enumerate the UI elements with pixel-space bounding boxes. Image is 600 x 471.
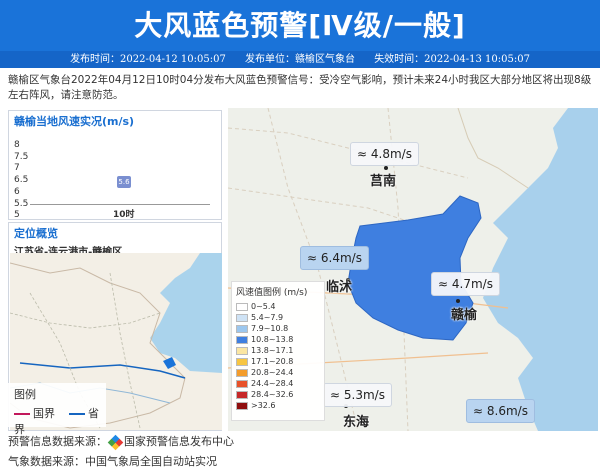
national-border-swatch — [14, 413, 30, 415]
station-windbox[interactable]: ≈ 8.6m/s — [466, 399, 535, 423]
wind-legend-item: 20.8~24.4 — [232, 367, 324, 378]
speed-x-axis-line — [30, 204, 210, 205]
speed-y-tick: 5 — [14, 210, 20, 221]
wind-legend-item: 13.8~17.1 — [232, 345, 324, 356]
publisher: 发布单位：赣榆区气象台 — [245, 54, 355, 65]
wind-legend-label: 7.9~10.8 — [251, 324, 289, 333]
warning-source-line: 预警信息数据来源： 国家预警信息发布中心 — [8, 433, 234, 450]
warning-source-name: 国家预警信息发布中心 — [124, 435, 234, 448]
publish-center-logo-icon — [107, 434, 124, 450]
wind-icon: ≈ — [330, 388, 341, 402]
wind-legend-swatch — [236, 324, 248, 333]
speed-y-tick: 6 — [14, 186, 20, 197]
station-windbox[interactable]: ≈ 4.7m/s — [431, 272, 500, 296]
city-label: 临沭 — [326, 280, 353, 295]
wind-legend-label: 0~5.4 — [251, 302, 276, 311]
wind-legend-label: 24.4~28.4 — [251, 379, 294, 388]
wind-legend-label: 13.8~17.1 — [251, 346, 294, 355]
warning-title: 大风蓝色预警[Ⅳ级/一般] — [134, 9, 466, 42]
wind-speed-title: 赣榆当地风速实况(m/s) — [14, 115, 135, 128]
wind-legend-item: 7.9~10.8 — [232, 323, 324, 334]
wind-icon: ≈ — [357, 147, 368, 161]
speed-value-label: 5.6 — [117, 176, 131, 188]
wind-legend-item: >32.6 — [232, 400, 324, 411]
wind-speed-legend: 风速值图例 (m/s) 0~5.4 5.4~7.9 7.9~10.8 10.8~13.… — [231, 281, 325, 421]
province-border-label: 省界 — [14, 407, 99, 436]
station-speed: 5.3m/s — [343, 388, 385, 402]
publish-time: 发布时间：2022-04-12 10:05:07 — [70, 54, 226, 65]
national-border-label: 国界 — [33, 407, 55, 420]
province-border-swatch — [69, 413, 85, 415]
warning-meta-bar: 发布时间：2022-04-12 10:05:07 发布单位：赣榆区气象台 失效时… — [0, 51, 600, 68]
wind-legend-swatch — [236, 313, 248, 322]
wind-legend-item: 28.4~32.6 — [232, 389, 324, 400]
city-label: 莒南 — [370, 174, 397, 189]
station-speed: 8.6m/s — [486, 404, 528, 418]
wind-legend-label: 5.4~7.9 — [251, 313, 284, 322]
wind-legend-item: 0~5.4 — [232, 301, 324, 312]
wind-legend-item: 10.8~13.8 — [232, 334, 324, 345]
station-speed: 4.8m/s — [370, 147, 412, 161]
speed-y-tick: 8 — [14, 140, 20, 150]
wind-legend-swatch — [236, 368, 248, 377]
location-title: 定位概览 — [14, 227, 58, 240]
wind-legend-item: 5.4~7.9 — [232, 312, 324, 323]
wind-legend-swatch — [236, 379, 248, 388]
station-speed: 4.7m/s — [451, 277, 493, 291]
station-speed: 6.4m/s — [320, 251, 362, 265]
wind-legend-label: 28.4~32.6 — [251, 390, 294, 399]
warning-source-label: 预警信息数据来源： — [8, 435, 107, 448]
wind-legend-item: 17.1~20.8 — [232, 356, 324, 367]
speed-x-tick: 10时 — [113, 210, 135, 220]
wind-icon: ≈ — [307, 251, 318, 265]
station-windbox[interactable]: ≈ 5.3m/s — [323, 383, 392, 407]
wind-legend-swatch — [236, 346, 248, 355]
warning-description: 赣榆区气象台2022年04月12日10时04分发布大风蓝色预警信号：受冷空气影响… — [8, 74, 592, 101]
wind-legend-swatch — [236, 390, 248, 399]
city-label: 赣榆 — [451, 308, 478, 323]
station-windbox[interactable]: ≈ 6.4m/s — [300, 246, 369, 270]
station-windbox[interactable]: ≈ 4.8m/s — [350, 142, 419, 166]
wind-legend-swatch — [236, 302, 248, 311]
wind-legend-item: 24.4~28.4 — [232, 378, 324, 389]
wind-legend-swatch — [236, 357, 248, 366]
wind-legend-label: 17.1~20.8 — [251, 357, 294, 366]
speed-y-tick: 7 — [14, 163, 20, 174]
wind-legend-label: 20.8~24.4 — [251, 368, 294, 377]
warning-header: 大风蓝色预警[Ⅳ级/一般] 发布时间：2022-04-12 10:05:07 发… — [0, 0, 600, 68]
wind-legend-swatch — [236, 401, 248, 410]
overview-legend-title: 图例 — [14, 388, 36, 401]
overview-legend: 图例 国界 省界 — [8, 383, 106, 436]
speed-y-tick: 7.5 — [14, 151, 29, 162]
wind-icon: ≈ — [438, 277, 449, 291]
wind-legend-swatch — [236, 335, 248, 344]
wind-legend-label: 10.8~13.8 — [251, 335, 294, 344]
wind-legend-label: >32.6 — [251, 401, 276, 410]
wind-legend-rows: 0~5.4 5.4~7.9 7.9~10.8 10.8~13.8 13.8~17.1 17… — [232, 301, 324, 411]
wind-legend-title: 风速值图例 (m/s) — [236, 288, 308, 298]
expire-time: 失效时间：2022-04-13 10:05:07 — [374, 54, 530, 65]
city-label: 东海 — [343, 415, 370, 430]
speed-y-tick: 6.5 — [14, 175, 29, 186]
wind-icon: ≈ — [473, 404, 484, 418]
speed-y-tick: 5.5 — [14, 198, 29, 209]
weather-source-line: 气象数据来源：中国气象局全国自动站实况 — [8, 455, 217, 468]
